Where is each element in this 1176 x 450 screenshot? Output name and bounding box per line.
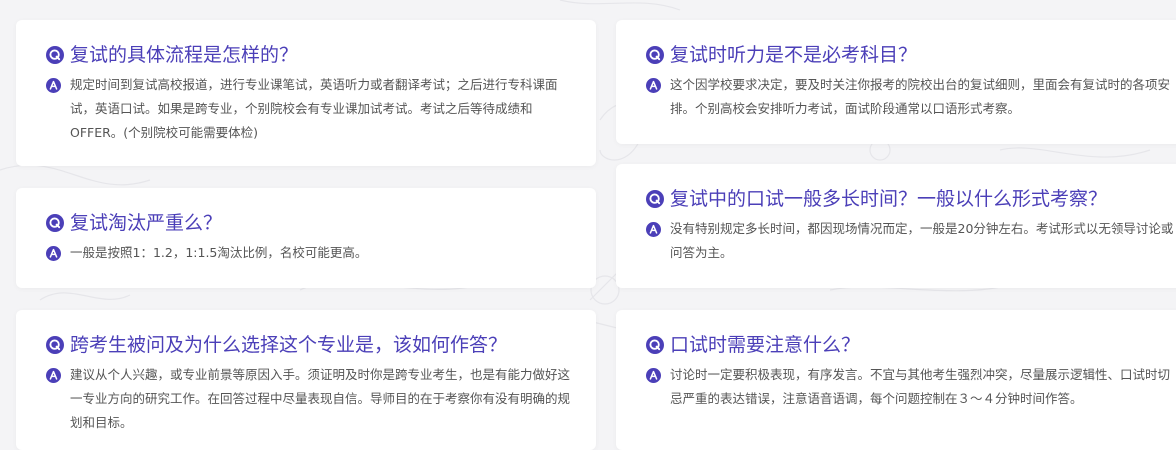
faq-card-2: 复试淘汰严重么？ 一般是按照1：1.2，1:1.5淘汰比例，名校可能更高。 — [16, 188, 596, 288]
a-badge-icon — [46, 78, 61, 93]
faq-answer-row: 没有特别规定多长时间，都因现场情况而定，一般是20分钟左右。考试形式以无领导讨论… — [646, 220, 1174, 265]
faq-question-row: 口试时需要注意什么？ — [646, 332, 1174, 358]
faq-question-text: 跨考生被问及为什么选择这个专业是，该如何作答？ — [70, 334, 508, 356]
faq-answer-text: 讨论时一定要积极表现，有序发言。不宜与其他考生强烈冲突，尽量展示逻辑性、口试时切… — [670, 367, 1171, 406]
faq-question-row: 复试时听力是不是必考科目？ — [646, 42, 1174, 68]
faq-question-text: 复试的具体流程是怎样的？ — [70, 44, 299, 66]
faq-answer-row: 规定时间到复试高校报道，进行专业课笔试，英语听力或者翻译考试；之后进行专科课面试… — [46, 76, 574, 145]
faq-answer-row: 讨论时一定要积极表现，有序发言。不宜与其他考生强烈冲突，尽量展示逻辑性、口试时切… — [646, 366, 1174, 411]
faq-answer-text: 一般是按照1：1.2，1:1.5淘汰比例，名校可能更高。 — [70, 245, 368, 260]
a-badge-icon — [646, 222, 661, 237]
a-badge-icon — [646, 368, 661, 383]
faq-card-6: 口试时需要注意什么？ 讨论时一定要积极表现，有序发言。不宜与其他考生强烈冲突，尽… — [616, 310, 1176, 450]
faq-answer-row: 建议从个人兴趣，或专业前景等原因入手。须证明及时你是跨专业考生，也是有能力做好这… — [46, 366, 574, 435]
faq-question-text: 复试淘汰严重么？ — [70, 212, 223, 234]
faq-answer-text: 没有特别规定多长时间，都因现场情况而定，一般是20分钟左右。考试形式以无领导讨论… — [670, 221, 1174, 260]
a-badge-icon — [46, 246, 61, 261]
faq-card-3: 跨考生被问及为什么选择这个专业是，该如何作答？ 建议从个人兴趣，或专业前景等原因… — [16, 310, 596, 450]
faq-question-row: 跨考生被问及为什么选择这个专业是，该如何作答？ — [46, 332, 574, 358]
faq-answer-text: 这个因学校要求决定，要及时关注你报考的院校出台的复试细则，里面会有复试时的各项安… — [670, 77, 1171, 116]
faq-question-text: 口试时需要注意什么？ — [670, 334, 861, 356]
q-badge-icon — [646, 190, 664, 208]
faq-question-text: 复试中的口试一般多长时间？一般以什么形式考察？ — [670, 188, 1108, 210]
faq-question-row: 复试的具体流程是怎样的？ — [46, 42, 574, 68]
faq-question-row: 复试淘汰严重么？ — [46, 210, 574, 236]
faq-question-text: 复试时听力是不是必考科目？ — [670, 44, 918, 66]
a-badge-icon — [46, 368, 61, 383]
q-badge-icon — [46, 336, 64, 354]
q-badge-icon — [46, 214, 64, 232]
faq-answer-row: 这个因学校要求决定，要及时关注你报考的院校出台的复试细则，里面会有复试时的各项安… — [646, 76, 1174, 121]
q-badge-icon — [646, 336, 664, 354]
q-badge-icon — [646, 46, 664, 64]
faq-answer-row: 一般是按照1：1.2，1:1.5淘汰比例，名校可能更高。 — [46, 244, 574, 265]
faq-answer-text: 建议从个人兴趣，或专业前景等原因入手。须证明及时你是跨专业考生，也是有能力做好这… — [70, 367, 571, 430]
a-badge-icon — [646, 78, 661, 93]
q-badge-icon — [46, 46, 64, 64]
faq-question-row: 复试中的口试一般多长时间？一般以什么形式考察？ — [646, 186, 1174, 212]
faq-card-1: 复试的具体流程是怎样的？ 规定时间到复试高校报道，进行专业课笔试，英语听力或者翻… — [16, 20, 596, 166]
faq-answer-text: 规定时间到复试高校报道，进行专业课笔试，英语听力或者翻译考试；之后进行专科课面试… — [70, 77, 558, 140]
faq-card-5: 复试中的口试一般多长时间？一般以什么形式考察？ 没有特别规定多长时间，都因现场情… — [616, 164, 1176, 288]
faq-card-4: 复试时听力是不是必考科目？ 这个因学校要求决定，要及时关注你报考的院校出台的复试… — [616, 20, 1176, 144]
